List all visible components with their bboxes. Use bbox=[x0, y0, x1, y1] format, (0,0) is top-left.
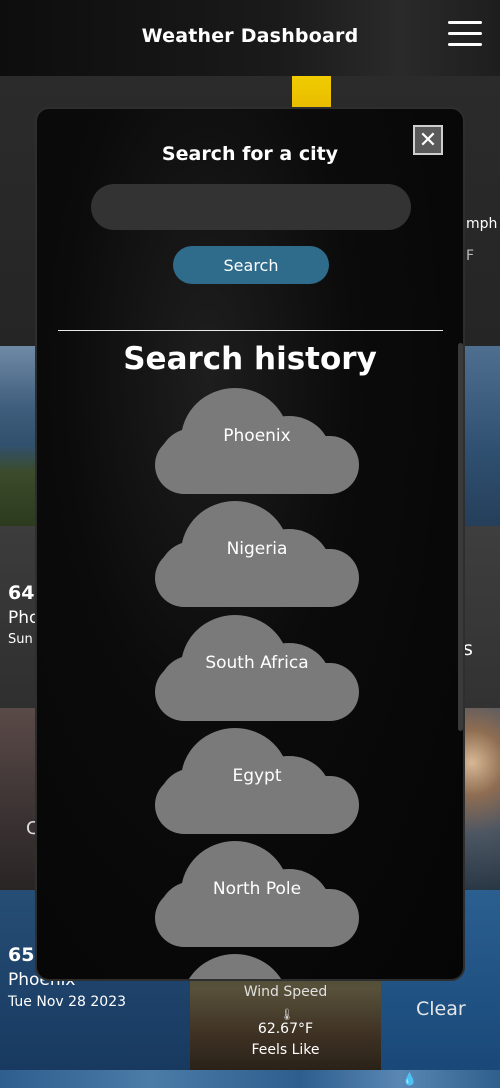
card-temp: 64 bbox=[8, 582, 35, 604]
history-item-phoenix[interactable]: Phoenix bbox=[155, 388, 359, 496]
forecast-card-image bbox=[460, 346, 500, 526]
history-item-label: Phoenix bbox=[223, 426, 291, 446]
forecast-card[interactable]: C bbox=[0, 708, 40, 890]
history-item-label: Egypt bbox=[232, 766, 282, 786]
card-temp: 65 bbox=[8, 944, 35, 966]
history-item-egypt[interactable]: Egypt bbox=[155, 728, 359, 836]
cloud-icon bbox=[181, 954, 289, 979]
feels-like-value: 62.67°F bbox=[257, 1021, 314, 1037]
page-title: Weather Dashboard bbox=[141, 25, 359, 47]
wind-unit-fragment: mph bbox=[466, 216, 498, 232]
forecast-card-image: 💧 bbox=[0, 1070, 500, 1088]
search-history-list: Phoenix Nigeria South Africa Egypt North… bbox=[37, 109, 463, 979]
weather-condition: Clear bbox=[416, 998, 466, 1020]
temp-unit-fragment: F bbox=[466, 248, 475, 264]
card-date: Sun bbox=[8, 632, 33, 647]
forecast-card-image bbox=[0, 346, 40, 526]
history-item-north-pole[interactable]: North Pole bbox=[155, 841, 359, 949]
forecast-card[interactable]: 64 Pho Sun bbox=[0, 526, 40, 708]
feels-like-label: Feels Like bbox=[251, 1042, 320, 1058]
forecast-card-image bbox=[460, 708, 500, 890]
card-date: Tue Nov 28 2023 bbox=[8, 994, 127, 1010]
hamburger-icon bbox=[448, 32, 482, 35]
history-item-label: South Africa bbox=[205, 653, 309, 673]
forecast-card[interactable]: s bbox=[460, 526, 500, 708]
history-item-nigeria[interactable]: Nigeria bbox=[155, 501, 359, 609]
wind-speed-label: Wind Speed bbox=[243, 984, 328, 1000]
search-modal: ✕ Search for a city Search Search histor… bbox=[35, 107, 465, 981]
hamburger-icon bbox=[448, 21, 482, 24]
history-item-label: Nigeria bbox=[226, 539, 288, 559]
history-item-south-africa[interactable]: South Africa bbox=[155, 615, 359, 723]
droplet-icon: 💧 bbox=[402, 1072, 417, 1086]
app-header: Weather Dashboard bbox=[0, 0, 500, 76]
hamburger-menu-button[interactable] bbox=[448, 19, 482, 49]
thermometer-icon: 🌡 bbox=[280, 1008, 294, 1021]
history-item-partial[interactable] bbox=[155, 954, 359, 979]
hamburger-icon bbox=[448, 43, 482, 46]
history-item-label: North Pole bbox=[212, 879, 302, 899]
